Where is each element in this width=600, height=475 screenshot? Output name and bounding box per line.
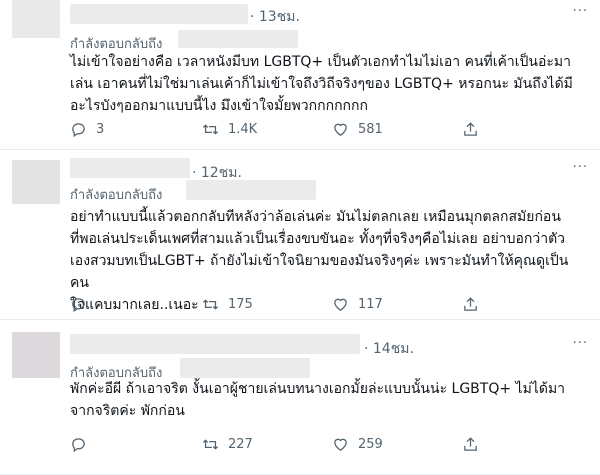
more-icon[interactable]: ··· bbox=[573, 160, 588, 175]
like-button[interactable]: 259 bbox=[332, 436, 383, 453]
retweet-icon bbox=[202, 436, 219, 453]
avatar[interactable] bbox=[12, 160, 60, 204]
retweet-count: 1.4K bbox=[228, 121, 258, 137]
tweet-line: ที่พอเล่นประเด็นเพศที่สามแล้วเป็นเรื่องข… bbox=[70, 231, 566, 247]
tweet-line: อะไรบังๆออกมาแบบนี้ไง มึงเข้าใจมั้ยพวกกก… bbox=[70, 98, 368, 114]
tweet-actions: 227 259 bbox=[70, 433, 540, 455]
tweet-line: ไม่เข้าใจอย่างคือ เวลาหนังมีบท LGBTQ+ เป… bbox=[70, 54, 572, 70]
reply-icon bbox=[70, 436, 87, 453]
tweet-3[interactable]: · 14ชม. ··· กำลังตอบกลับถึง พักค่ะอีผี ถ… bbox=[0, 320, 600, 475]
like-count: 117 bbox=[358, 296, 383, 312]
tweet-1[interactable]: · 13ชม. ··· กำลังตอบกลับถึง ไม่เข้าใจอย่… bbox=[0, 0, 600, 150]
avatar[interactable] bbox=[12, 0, 60, 38]
like-icon bbox=[332, 436, 349, 453]
share-icon bbox=[462, 436, 479, 453]
tweet-line: เล่น เอาคนที่ไม่ใช่มาเล่นเค้าก็ไม่เข้าใจ… bbox=[70, 76, 573, 92]
tweet-2[interactable]: · 12ชม. ··· กำลังตอบกลับถึง อย่าทำแบบนี้… bbox=[0, 150, 600, 320]
tweet-time[interactable]: · 13ชม. bbox=[250, 6, 300, 28]
tweet-actions: 3 1.4K 581 bbox=[70, 118, 540, 140]
tweet-text: พักค่ะอีผี ถ้าเอาจริต งั้นเอาผู้ชายเล่นบ… bbox=[70, 378, 580, 422]
tweet-actions: 175 117 bbox=[70, 293, 540, 315]
retweet-icon bbox=[202, 296, 219, 313]
tweet-line: เองสวมบทเป็นLGBT+ ถ้ายังไม่เข้าใจนิยามขอ… bbox=[70, 253, 569, 291]
reply-icon bbox=[70, 296, 87, 313]
tweet-line: จากจริตค่ะ พักก่อน bbox=[70, 403, 185, 419]
share-icon bbox=[462, 121, 479, 138]
share-icon bbox=[462, 296, 479, 313]
reply-icon bbox=[70, 121, 87, 138]
share-button[interactable] bbox=[462, 296, 488, 313]
share-button[interactable] bbox=[462, 436, 488, 453]
avatar[interactable] bbox=[12, 332, 60, 378]
like-icon bbox=[332, 121, 349, 138]
username-redacted[interactable] bbox=[70, 334, 360, 354]
tweet-text: ไม่เข้าใจอย่างคือ เวลาหนังมีบท LGBTQ+ เป… bbox=[70, 51, 580, 117]
tweet-time[interactable]: · 14ชม. bbox=[364, 338, 414, 360]
username-redacted[interactable] bbox=[70, 158, 190, 178]
replying-to-handle-redacted[interactable] bbox=[178, 30, 298, 48]
retweet-button[interactable]: 1.4K bbox=[202, 121, 257, 138]
replying-to-handle-redacted[interactable] bbox=[180, 358, 310, 378]
replying-to-handle-redacted[interactable] bbox=[186, 180, 316, 200]
reply-button[interactable] bbox=[70, 436, 96, 453]
retweet-count: 227 bbox=[228, 436, 253, 452]
like-count: 581 bbox=[358, 121, 383, 137]
more-icon[interactable]: ··· bbox=[573, 4, 588, 19]
like-button[interactable]: 581 bbox=[332, 121, 383, 138]
replying-to-label: กำลังตอบกลับถึง bbox=[70, 188, 163, 203]
tweet-line: อย่าทำแบบนี้แล้วตอกกลับทีหลังว่าล้อเล่นค… bbox=[70, 209, 561, 225]
retweet-button[interactable]: 175 bbox=[202, 296, 253, 313]
retweet-icon bbox=[202, 121, 219, 138]
tweet-line: พักค่ะอีผี ถ้าเอาจริต งั้นเอาผู้ชายเล่นบ… bbox=[70, 381, 566, 397]
like-button[interactable]: 117 bbox=[332, 296, 383, 313]
username-redacted[interactable] bbox=[70, 4, 248, 24]
retweet-button[interactable]: 227 bbox=[202, 436, 253, 453]
like-count: 259 bbox=[358, 436, 383, 452]
more-icon[interactable]: ··· bbox=[573, 336, 588, 351]
reply-button[interactable] bbox=[70, 296, 96, 313]
reply-count: 3 bbox=[96, 121, 105, 137]
reply-button[interactable]: 3 bbox=[70, 121, 104, 138]
retweet-count: 175 bbox=[228, 296, 253, 312]
share-button[interactable] bbox=[462, 121, 488, 138]
like-icon bbox=[332, 296, 349, 313]
